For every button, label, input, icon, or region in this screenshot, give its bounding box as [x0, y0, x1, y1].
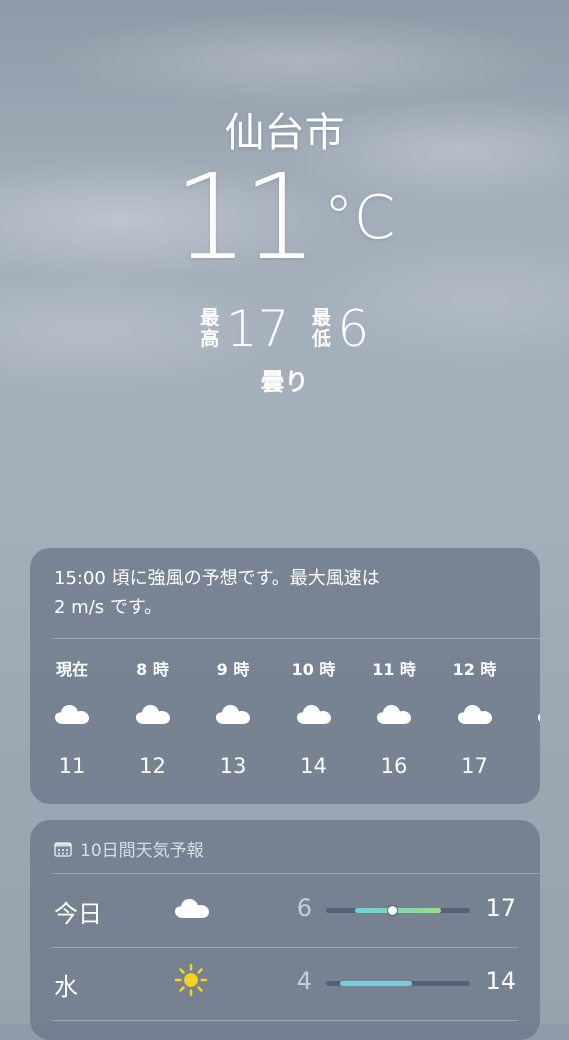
forecast-high: 17 — [485, 894, 516, 922]
condition-text: 曇り — [260, 368, 309, 396]
forecast-low: 6 — [296, 894, 312, 922]
hour-label: 8 時 — [136, 660, 169, 679]
hour-temp: 13 — [219, 754, 247, 778]
low-value: 6 — [337, 300, 370, 358]
forecast-low: 4 — [296, 967, 312, 995]
hourly-item: 10 時 14 — [274, 656, 354, 778]
cloud-icon — [175, 899, 209, 918]
hourly-item: 現在 11 — [32, 656, 112, 778]
high-low: 最高 17 最低 6 — [0, 300, 569, 358]
hour-label: 10 時 — [291, 660, 336, 679]
forecast-high: 14 — [485, 967, 516, 995]
hour-temp: 11 — [58, 754, 86, 778]
hour-label: 1 — [515, 656, 540, 676]
forecast-day: 水 — [54, 973, 78, 1001]
hourly-item: 12 時 17 — [435, 656, 515, 778]
hour-icon-wrap — [193, 702, 273, 730]
alert-line-2: 2 m/s です。 — [54, 597, 163, 618]
temp-range-fill — [340, 981, 413, 986]
hourly-item: 11 時 16 — [354, 656, 434, 778]
hour-icon-wrap — [515, 702, 540, 730]
hour-temp: 14 — [300, 754, 327, 778]
hour-label: 現在 — [55, 660, 88, 679]
wind-alert: 15:00 頃に強風の予想です。最大風速は 2 m/s です。 — [54, 564, 434, 622]
ten-day-title: 10日間天気予報 — [54, 836, 204, 861]
cloud-icon — [538, 713, 540, 722]
forecast-day: 今日 — [54, 900, 102, 928]
forecast-icon-wrap — [174, 963, 208, 1001]
hour-temp: 17 — [461, 754, 488, 778]
hourly-item: 9 時 13 — [193, 656, 273, 778]
temp-range-bar — [326, 906, 470, 915]
hour-temp: 12 — [139, 754, 166, 778]
forecast-row[interactable]: 今日 6 17 — [30, 874, 540, 947]
hourly-strip[interactable]: 現在 11 8 時 12 9 時 13 10 時 14 11 時 16 12 時 17 1 — [30, 656, 540, 796]
temp-range-bar — [326, 981, 470, 986]
cloud-icon — [216, 705, 250, 724]
ten-day-title-text: 10日間天気予報 — [80, 841, 204, 861]
temp-range-fill — [354, 908, 442, 913]
cloud-icon — [377, 705, 411, 724]
hour-label: 11 時 — [372, 660, 416, 679]
hourly-forecast-card[interactable]: 15:00 頃に強風の予想です。最大風速は 2 m/s です。 現在 11 8 時 1… — [30, 548, 540, 804]
calendar-icon — [54, 841, 72, 857]
cloud-icon — [135, 705, 170, 724]
sun-icon — [174, 963, 208, 997]
hour-temp: 16 — [380, 754, 408, 778]
forecast-icon-wrap — [174, 896, 210, 924]
hour-icon-wrap — [32, 702, 112, 730]
ten-day-forecast-card[interactable]: 10日間天気予報 今日 6 17 水 4 14 — [30, 820, 540, 1040]
current-temp-dot — [388, 906, 398, 915]
hour-label: 12 時 — [452, 660, 497, 679]
temperature-value: 11 — [173, 148, 317, 286]
current-temperature: 11 °C — [0, 158, 569, 276]
forecast-row[interactable]: 水 4 14 — [30, 947, 540, 1020]
temperature-unit: °C — [323, 183, 396, 253]
divider — [52, 638, 540, 639]
hour-icon-wrap — [354, 702, 434, 730]
low-label: 最低 — [311, 307, 331, 350]
alert-line-1: 15:00 頃に強風の予想です。最大風速は — [54, 568, 380, 589]
divider — [52, 1020, 518, 1021]
hour-icon-wrap — [274, 702, 354, 730]
high-value: 17 — [225, 300, 290, 358]
cloud-icon — [55, 705, 89, 724]
cloud-icon — [296, 705, 331, 724]
hourly-item: 1 — [515, 656, 540, 754]
hourly-item: 8 時 12 — [113, 656, 193, 778]
hour-label: 9 時 — [216, 660, 250, 679]
hour-icon-wrap — [435, 702, 515, 730]
cloud-icon — [457, 705, 492, 724]
high-label: 最高 — [200, 307, 220, 350]
hour-icon-wrap — [113, 702, 193, 730]
